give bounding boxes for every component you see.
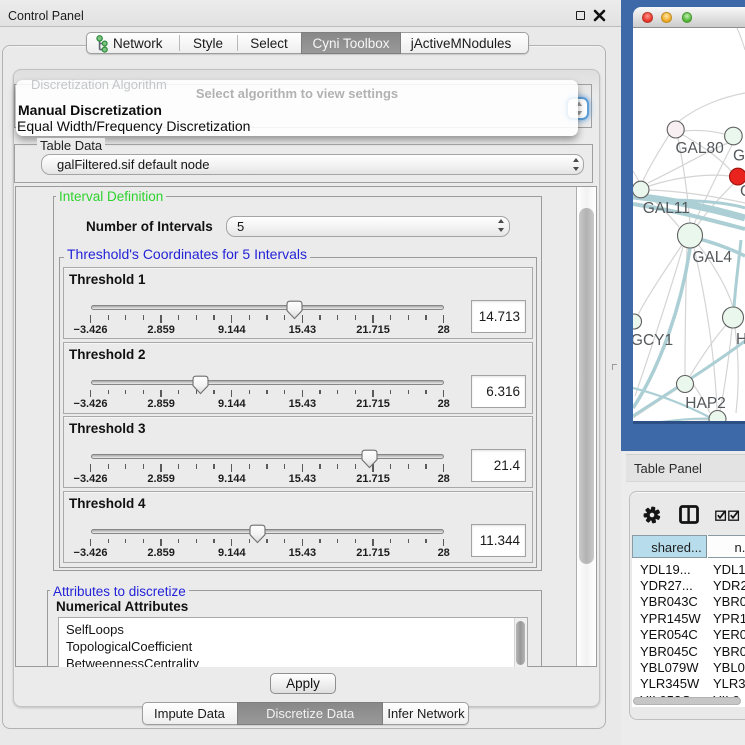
svg-text:GAL4: GAL4	[692, 249, 732, 266]
svg-text:GAL11: GAL11	[643, 200, 690, 217]
svg-text:GCY1: GCY1	[633, 332, 673, 349]
svg-text:HAP2: HAP2	[685, 395, 726, 412]
svg-text:C: C	[740, 183, 745, 200]
svg-text:G.: G.	[733, 148, 745, 165]
svg-text:H: H	[736, 331, 745, 348]
svg-text:GAL80: GAL80	[676, 140, 725, 157]
